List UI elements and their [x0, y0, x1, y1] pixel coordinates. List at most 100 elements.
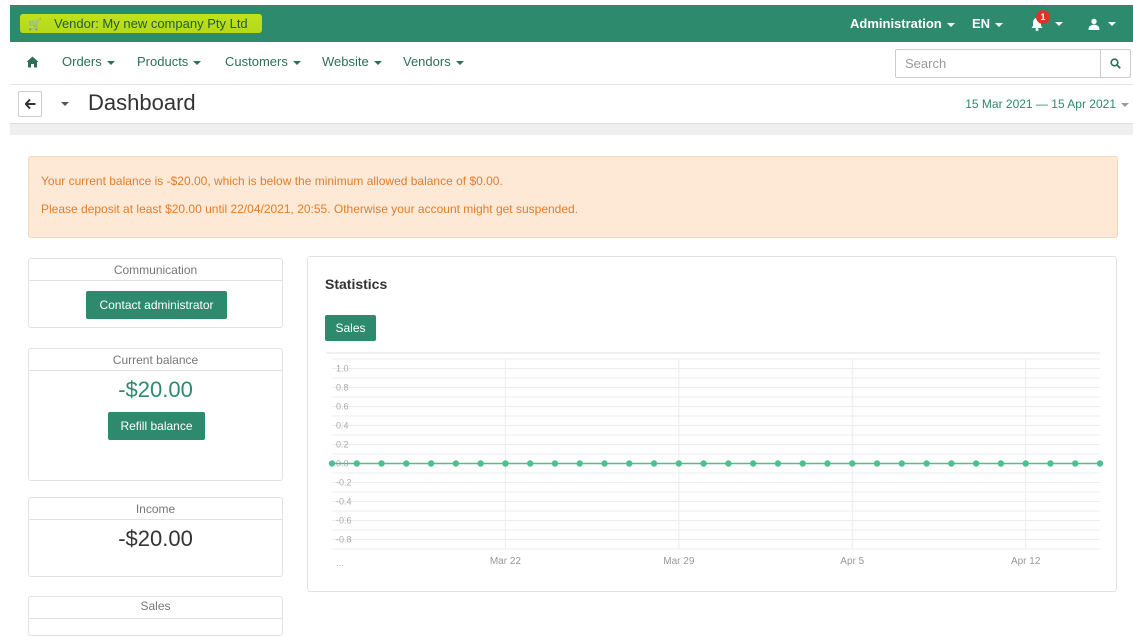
y-tick-label: -0.4 — [336, 497, 352, 507]
home-icon — [26, 56, 39, 68]
data-point — [1096, 460, 1104, 467]
data-point — [749, 460, 757, 467]
menu-orders[interactable]: Orders — [62, 42, 115, 85]
data-point — [551, 460, 559, 467]
contact-administrator-button[interactable]: Contact administrator — [86, 291, 227, 319]
data-point — [403, 460, 410, 467]
data-point — [824, 460, 831, 467]
statistics-panel: Statistics Sales Mar 22 Mar 29 Apr 5 Apr 12… — [307, 256, 1117, 592]
y-tick-label: 0.6 — [336, 402, 349, 412]
data-point — [1022, 460, 1029, 467]
card-title: Communication — [29, 259, 282, 281]
income-card: Income -$20.00 — [28, 497, 283, 577]
y-tick-label: -0.2 — [336, 478, 352, 488]
search-box[interactable]: Search — [895, 49, 1131, 78]
y-tick-label: 1.0 — [336, 364, 349, 374]
back-button[interactable] — [18, 91, 42, 117]
menu-label: Website — [322, 54, 369, 69]
menu-website[interactable]: Website — [322, 42, 382, 85]
data-point — [675, 460, 683, 467]
notifications-menu[interactable]: 1 — [1028, 5, 1063, 42]
search-button[interactable] — [1100, 50, 1130, 77]
balance-value: -$20.00 — [118, 377, 193, 402]
data-point — [1072, 460, 1079, 467]
x-tick-label: Mar 22 — [490, 556, 522, 567]
chevron-down-icon — [1055, 22, 1063, 26]
menu-vendors[interactable]: Vendors — [403, 42, 464, 85]
data-point — [799, 460, 806, 467]
card-title: Income — [29, 498, 282, 520]
top-bar: 🛒 Vendor: My new company Pty Ltd Administ… — [10, 5, 1133, 42]
x-tick-label: Apr 12 — [1011, 556, 1041, 567]
x-tick-label: Mar 29 — [663, 556, 695, 567]
data-point — [997, 460, 1005, 467]
current-balance-card: Current balance -$20.00 Refill balance — [28, 348, 283, 481]
data-point — [873, 460, 881, 467]
data-point — [700, 460, 707, 467]
menu-customers[interactable]: Customers — [225, 42, 301, 85]
refill-balance-button[interactable]: Refill balance — [108, 412, 205, 440]
card-title: Sales — [29, 597, 282, 619]
menu-products[interactable]: Products — [137, 42, 202, 85]
chevron-down-icon — [1108, 22, 1116, 26]
data-point — [948, 460, 955, 467]
chevron-down-icon — [106, 60, 115, 65]
data-point — [725, 460, 732, 467]
data-point — [898, 460, 906, 467]
search-input[interactable]: Search — [905, 50, 946, 77]
y-tick-label: 0.4 — [336, 421, 349, 431]
date-range-label: 15 Mar 2021 — 15 Apr 2021 — [965, 97, 1116, 111]
chevron-down-icon — [946, 22, 955, 27]
administration-label: Administration — [850, 16, 942, 31]
data-point — [427, 460, 435, 467]
main-menu: Orders Products Customers Website Vendor… — [10, 42, 1133, 85]
chevron-down-icon — [193, 60, 202, 65]
alert-line-1: Your current balance is -$20.00, which i… — [41, 174, 503, 188]
header-divider — [10, 123, 1133, 135]
vendor-badge[interactable]: 🛒 Vendor: My new company Pty Ltd — [20, 14, 262, 33]
alert-line-2: Please deposit at least $20.00 until 22/… — [41, 202, 579, 216]
y-tick-label: -0.6 — [336, 516, 352, 526]
data-point — [923, 460, 930, 467]
communication-card: Communication Contact administrator — [28, 258, 283, 328]
data-point — [576, 460, 583, 467]
search-icon — [1110, 58, 1121, 69]
data-point — [502, 460, 509, 467]
data-point — [328, 460, 336, 467]
chevron-down-icon — [61, 102, 69, 107]
data-point — [849, 460, 856, 467]
income-value: -$20.00 — [118, 526, 193, 551]
x-tick-label: ... — [336, 558, 344, 568]
chevron-down-icon — [1121, 102, 1129, 107]
sales-card: Sales — [28, 596, 283, 636]
data-point — [477, 460, 484, 467]
menu-label: Vendors — [403, 54, 451, 69]
chevron-down-icon — [373, 60, 382, 65]
data-point — [972, 460, 980, 467]
user-menu[interactable] — [1086, 5, 1116, 42]
data-point — [378, 460, 385, 467]
data-point — [1047, 460, 1054, 467]
dashboard-content: Your current balance is -$20.00, which i… — [10, 135, 1133, 636]
page-title: Dashboard — [88, 90, 196, 115]
y-tick-label: -0.8 — [336, 535, 352, 545]
chevron-down-icon — [995, 22, 1004, 27]
chevron-down-icon — [455, 60, 464, 65]
menu-label: Orders — [62, 54, 102, 69]
chevron-down-icon — [292, 60, 301, 65]
balance-warning-alert: Your current balance is -$20.00, which i… — [28, 156, 1118, 238]
language-label: EN — [972, 16, 991, 31]
cart-icon: 🛒 — [28, 19, 42, 31]
data-point — [774, 460, 782, 467]
data-point — [353, 460, 360, 467]
vendor-label: Vendor: My new company Pty Ltd — [54, 16, 248, 31]
date-range-picker[interactable]: 15 Mar 2021 — 15 Apr 2021 — [965, 95, 1129, 113]
navigation-dropdown[interactable] — [53, 91, 77, 117]
home-button[interactable] — [26, 42, 39, 85]
arrow-left-icon — [23, 98, 35, 110]
user-icon — [1088, 18, 1100, 30]
y-tick-label: 0.8 — [336, 383, 349, 393]
x-tick-label: Apr 5 — [840, 556, 864, 567]
language-menu[interactable]: EN — [972, 5, 1004, 42]
administration-menu[interactable]: Administration — [850, 5, 955, 42]
